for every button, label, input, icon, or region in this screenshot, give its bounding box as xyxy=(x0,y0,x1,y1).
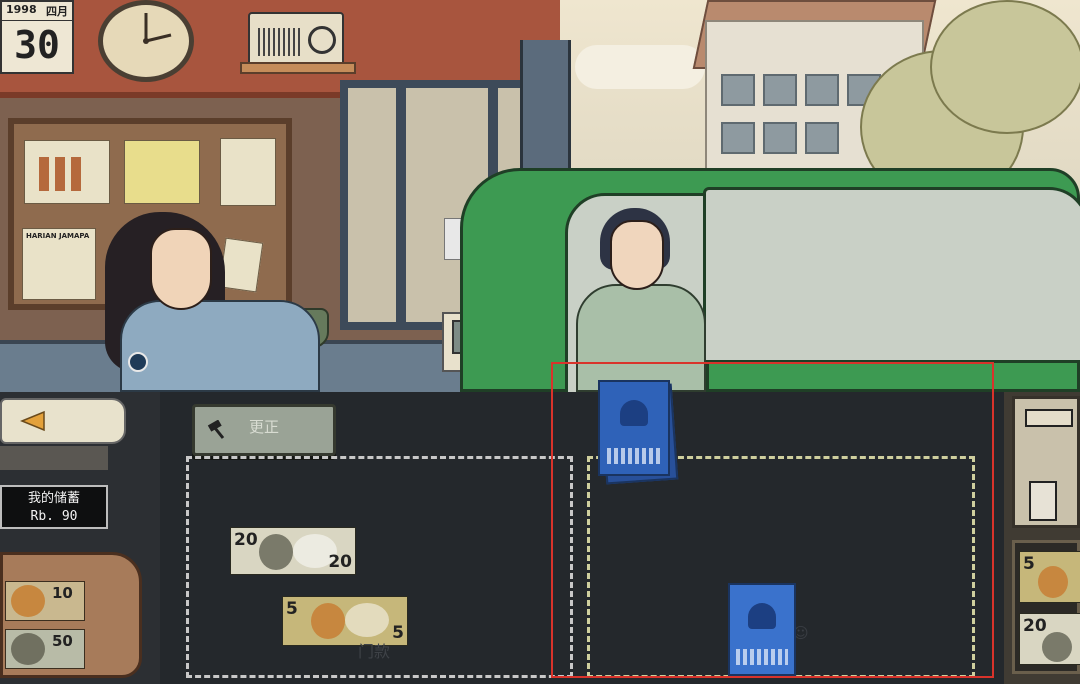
radio xyxy=(248,12,344,68)
calendar-day: 30 xyxy=(14,23,60,67)
machine-display xyxy=(1025,409,1073,427)
driver-face xyxy=(610,220,664,290)
banknote-value: 20 xyxy=(1023,616,1047,636)
orangutan-portrait xyxy=(11,585,45,617)
passbook-code xyxy=(606,448,662,464)
savings-label: 我的储蓄 xyxy=(27,491,80,506)
machine-slot[interactable] xyxy=(1029,481,1057,521)
banknote-value: 5 xyxy=(286,599,298,619)
green-car xyxy=(460,168,1080,392)
memo-note xyxy=(220,138,276,206)
correct-button[interactable]: 更正 xyxy=(192,404,336,456)
wall-shelf xyxy=(240,62,356,74)
bottle-item[interactable] xyxy=(0,398,126,444)
person-silhouette-icon xyxy=(620,400,648,426)
calendar-month: 四月 xyxy=(46,5,68,18)
building-window xyxy=(763,122,797,154)
orangutan-portrait xyxy=(311,603,345,639)
building-window xyxy=(763,74,797,106)
portrait xyxy=(11,633,45,665)
officer-face xyxy=(150,228,212,310)
passbook[interactable] xyxy=(728,583,796,676)
person-silhouette-icon xyxy=(748,603,776,629)
savings-amount: Rb. 90 xyxy=(30,509,78,524)
tree xyxy=(930,0,1080,134)
newspaper-clipping: HARIAN JAMAPA xyxy=(22,228,96,300)
watermark-oval xyxy=(345,603,389,637)
passbook-stack[interactable] xyxy=(598,380,670,476)
wallet[interactable]: 10 50 xyxy=(0,552,142,678)
bottle-shelf xyxy=(0,446,108,470)
chart-bar xyxy=(39,157,49,191)
bar-chart-note xyxy=(24,140,110,204)
banknote-value: 20 xyxy=(234,530,258,550)
banknote-value: 5 xyxy=(392,623,404,643)
building-window xyxy=(721,122,755,154)
sticky-note xyxy=(124,140,200,204)
wall-calendar: 1998 四月 30 xyxy=(0,0,74,74)
building-window xyxy=(721,74,755,106)
drawer-banknote-5[interactable]: 5 xyxy=(1019,551,1080,603)
small-note xyxy=(218,237,264,293)
building-window xyxy=(805,122,839,154)
banknote-value: 5 xyxy=(1023,554,1035,574)
stamp-machine[interactable] xyxy=(1012,396,1080,528)
clock-hands-icon xyxy=(143,13,172,44)
driver-body xyxy=(576,284,706,392)
building-window xyxy=(805,74,839,106)
car-windshield xyxy=(703,187,1080,363)
banknote-20[interactable]: 20 20 xyxy=(230,527,356,575)
window-frame xyxy=(396,88,406,322)
correct-button-label: 更正 xyxy=(248,418,279,436)
portrait xyxy=(1042,632,1072,662)
faded-counter-text: 门款 xyxy=(358,642,391,661)
newspaper-title: HARIAN JAMAPA xyxy=(26,232,90,240)
chart-bar xyxy=(71,157,81,191)
wall-clock xyxy=(98,0,194,82)
calendar-year: 1998 xyxy=(6,3,37,16)
orangutan-portrait xyxy=(1038,566,1068,598)
banknote-value: 20 xyxy=(328,552,352,572)
savings-display: 我的储蓄 Rb. 90 xyxy=(0,485,108,529)
portrait xyxy=(259,534,293,570)
passbook-code xyxy=(736,649,788,665)
cloud xyxy=(575,45,705,89)
booth-scene: 1998 四月 30 HARIAN JAMAPA xyxy=(0,0,1080,392)
radio-speaker xyxy=(308,26,336,54)
radio-grille xyxy=(258,28,300,56)
drawer-banknote-20[interactable]: 20 xyxy=(1019,613,1080,665)
warning-label-icon xyxy=(20,410,45,432)
gavel-icon xyxy=(207,420,225,439)
officer-badge xyxy=(128,352,148,372)
officer-uniform xyxy=(120,300,320,392)
chart-bar xyxy=(55,157,65,191)
cash-drawer[interactable]: 5 20 xyxy=(1012,540,1080,674)
